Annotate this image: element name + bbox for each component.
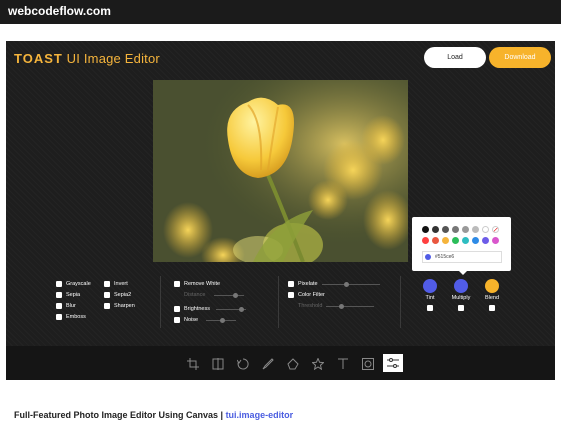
logo-text: UI Image Editor xyxy=(66,51,160,66)
emboss-checkbox[interactable] xyxy=(56,314,62,320)
noise-slider-handle[interactable] xyxy=(220,318,225,323)
threshold-slider-handle[interactable] xyxy=(339,304,344,309)
blur-label: Blur xyxy=(66,303,76,309)
load-button[interactable]: Load xyxy=(424,47,486,68)
remove-white-label: Remove White xyxy=(184,281,221,287)
filter-icon[interactable] xyxy=(383,354,403,372)
editor-logo: TOAST UI Image Editor xyxy=(14,51,160,66)
threshold-slider[interactable] xyxy=(326,306,374,307)
color-swatch[interactable] xyxy=(452,226,459,233)
site-name[interactable]: webcodeflow.com xyxy=(8,4,111,18)
text-icon[interactable] xyxy=(337,357,349,369)
blur-checkbox[interactable] xyxy=(56,303,62,309)
distance-slider[interactable] xyxy=(214,295,244,296)
download-button[interactable]: Download xyxy=(489,47,551,68)
color-filter-label: Color Filter xyxy=(298,292,325,298)
threshold-label: Threshold xyxy=(298,303,323,309)
color-palette-popup: #515ce6 xyxy=(412,217,511,275)
divider xyxy=(400,276,401,328)
color-swatch[interactable] xyxy=(452,237,459,244)
divider xyxy=(278,276,279,328)
hex-color-input[interactable]: #515ce6 xyxy=(422,251,502,263)
popup-pointer xyxy=(458,270,468,275)
pixelate-slider[interactable] xyxy=(322,284,380,285)
noise-label: Noise xyxy=(184,317,199,323)
brightness-label: Brightness xyxy=(184,306,210,312)
pixelate-checkbox[interactable] xyxy=(288,281,294,287)
tint-label: Tint xyxy=(425,295,435,301)
blend-checkbox[interactable] xyxy=(489,305,495,311)
pixelate-slider-handle[interactable] xyxy=(344,282,349,287)
emboss-label: Emboss xyxy=(66,314,86,320)
color-swatch[interactable] xyxy=(422,237,429,244)
tulip-photo xyxy=(153,80,408,262)
multiply-checkbox[interactable] xyxy=(458,305,464,311)
draw-icon[interactable] xyxy=(262,357,274,370)
sepia-label: Sepia xyxy=(66,292,81,298)
caption-divider: | xyxy=(218,410,226,420)
multiply-label: Multiply xyxy=(451,295,471,301)
brightness-slider-handle[interactable] xyxy=(239,307,244,312)
color-swatch[interactable] xyxy=(492,226,499,233)
crop-icon[interactable] xyxy=(187,357,199,370)
color-swatch[interactable] xyxy=(432,237,439,244)
blend-label: Blend xyxy=(484,295,500,301)
color-swatch[interactable] xyxy=(422,226,429,233)
color-swatch[interactable] xyxy=(482,226,489,233)
canvas-image[interactable] xyxy=(153,80,408,262)
color-filter-checkbox[interactable] xyxy=(288,292,294,298)
color-swatch[interactable] xyxy=(492,237,499,244)
tint-checkbox[interactable] xyxy=(427,305,433,311)
color-swatch[interactable] xyxy=(462,226,469,233)
invert-checkbox[interactable] xyxy=(104,281,110,287)
sepia-checkbox[interactable] xyxy=(56,292,62,298)
blend-color-button[interactable] xyxy=(485,279,499,293)
sharpen-label: Sharpen xyxy=(114,303,135,309)
caption-link[interactable]: tui.image-editor xyxy=(226,410,294,420)
distance-slider-handle[interactable] xyxy=(233,293,238,298)
distance-label: Distance xyxy=(184,292,206,298)
editor-toolbar xyxy=(6,346,555,380)
pixelate-label: Pixelate xyxy=(298,281,318,287)
grayscale-label: Grayscale xyxy=(66,281,91,287)
brightness-checkbox[interactable] xyxy=(174,306,180,312)
color-swatch[interactable] xyxy=(442,226,449,233)
sepia2-label: Sepia2 xyxy=(114,292,132,298)
mask-icon[interactable] xyxy=(362,357,374,370)
filter-panel: Grayscale Sepia Blur Emboss Invert Sepia… xyxy=(6,276,555,336)
icon-icon[interactable] xyxy=(311,357,325,371)
noise-checkbox[interactable] xyxy=(174,317,180,323)
multiply-color-button[interactable] xyxy=(454,279,468,293)
color-swatch[interactable] xyxy=(442,237,449,244)
shape-icon[interactable] xyxy=(287,357,299,370)
color-swatch[interactable] xyxy=(432,226,439,233)
rotate-icon[interactable] xyxy=(236,357,249,370)
logo-bold: TOAST xyxy=(14,51,63,66)
invert-label: Invert xyxy=(114,281,128,287)
sharpen-checkbox[interactable] xyxy=(104,303,110,309)
caption-title: Full-Featured Photo Image Editor Using C… xyxy=(14,410,219,420)
divider xyxy=(160,276,161,328)
grayscale-checkbox[interactable] xyxy=(56,281,62,287)
sepia2-checkbox[interactable] xyxy=(104,292,110,298)
image-editor: TOAST UI Image Editor Load Download #515… xyxy=(6,41,555,380)
color-swatch[interactable] xyxy=(462,237,469,244)
tint-color-button[interactable] xyxy=(423,279,437,293)
color-swatch[interactable] xyxy=(482,237,489,244)
color-swatch[interactable] xyxy=(472,226,479,233)
remove-white-checkbox[interactable] xyxy=(174,281,180,287)
color-swatch[interactable] xyxy=(472,237,479,244)
site-header: webcodeflow.com xyxy=(0,0,561,24)
page-caption: Full-Featured Photo Image Editor Using C… xyxy=(14,410,293,420)
flip-icon[interactable] xyxy=(212,357,224,370)
